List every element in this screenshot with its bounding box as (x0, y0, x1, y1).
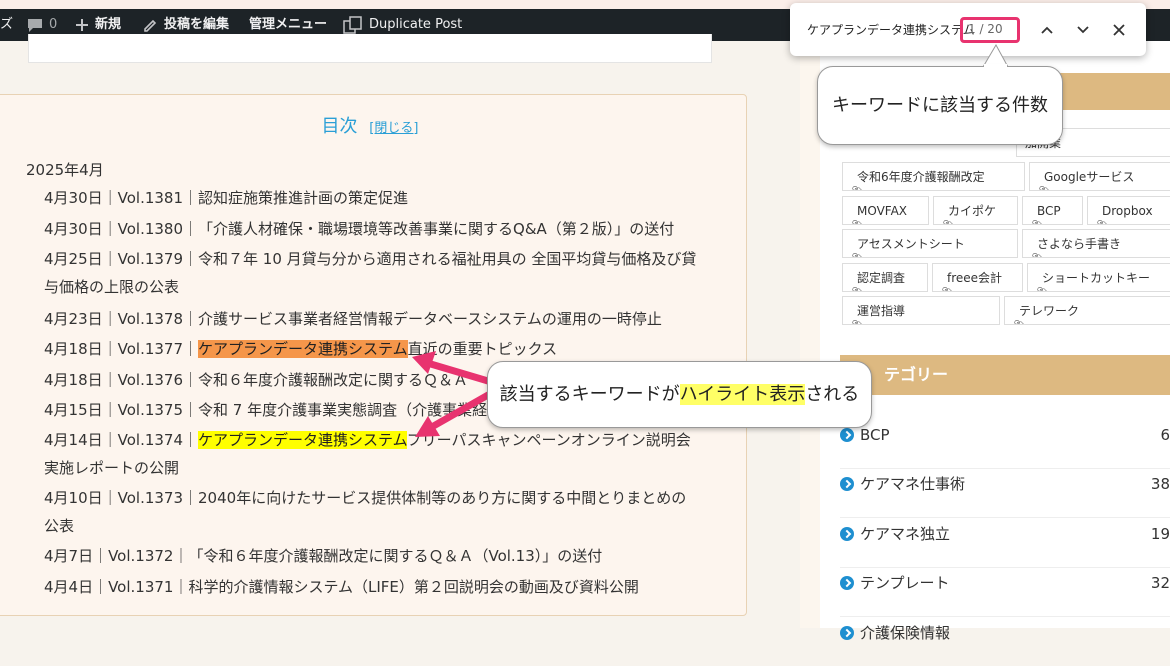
tag-link[interactable]: 🏷freee会計 (932, 263, 1023, 292)
tag-link[interactable]: 🏷テレワーク (1004, 296, 1170, 325)
pencil-icon (144, 19, 157, 32)
tag-link[interactable]: 🏷さよなら手書き (1022, 229, 1170, 258)
tag-link[interactable]: 🏷Dropbox (1087, 196, 1170, 225)
current-match-highlight: ケアプランデータ連携システム (198, 340, 408, 358)
tag-link[interactable]: 🏷認定調査 (842, 263, 928, 292)
match-highlight: ケアプランデータ連携システム (198, 431, 407, 449)
chevron-circle-icon (840, 626, 854, 640)
category-item[interactable]: ケアマネ独立 19 (840, 519, 1170, 568)
tag-link[interactable]: 🏷MOVFAX (842, 196, 929, 225)
duplicate-icon (343, 16, 362, 34)
admin-bar-partial-item[interactable]: ズ (0, 9, 13, 41)
chevron-up-icon (1041, 26, 1053, 34)
toc-item[interactable]: 4月14日｜Vol.1374｜ケアプランデータ連携システムフリーパスキャンペーン… (44, 426, 724, 482)
chevron-circle-icon (840, 428, 854, 442)
toc-item[interactable]: 4月4日｜Vol.1371｜科学的介護情報システム（LIFE）第２回説明会の動画… (44, 573, 724, 601)
toc-item[interactable]: 4月23日｜Vol.1378｜介護サービス事業者経営情報データベースシステムの運… (44, 305, 724, 333)
toc-item[interactable]: 4月30日｜Vol.1381｜認知症施策推進計画の策定促進 (44, 184, 724, 212)
toc-month-heading[interactable]: 2025年4月 (26, 159, 104, 180)
chevron-circle-icon (840, 576, 854, 590)
chevron-circle-icon (840, 527, 854, 541)
match-count-callout: キーワードに該当する件数 (817, 66, 1063, 145)
tag-link[interactable]: 🏷令和6年度介護報酬改定 (842, 162, 1025, 191)
toc-item[interactable]: 4月7日｜Vol.1372｜「令和６年度介護報酬改定に関するＱ＆Ａ（Vol.13… (44, 542, 724, 570)
toc-item[interactable]: 4月10日｜Vol.1373｜2040年に向けたサービス提供体制等のあり方に関す… (44, 484, 724, 540)
post-card-bottom (28, 34, 712, 63)
category-item[interactable]: 介護保険情報 (840, 618, 1170, 666)
toc-title: 目次 (321, 116, 358, 137)
previous-match-button[interactable] (1034, 17, 1060, 43)
match-count-highlight-box (960, 17, 1020, 43)
chevron-circle-icon (840, 477, 854, 491)
close-icon (1113, 24, 1125, 36)
category-item[interactable]: BCP 6 (840, 420, 1170, 469)
find-in-page-bar: ケアプランデータ連携システム 1 / 20 (790, 3, 1146, 56)
plus-icon (76, 19, 88, 31)
toc-item[interactable]: 4月18日｜Vol.1377｜ケアプランデータ連携システム直近の重要トピックス (44, 335, 724, 363)
find-input[interactable]: ケアプランデータ連携システム (807, 21, 975, 38)
close-find-button[interactable] (1106, 17, 1132, 43)
comment-icon (28, 18, 42, 32)
chevron-down-icon (1077, 26, 1089, 34)
category-item[interactable]: テンプレート 32 (840, 568, 1170, 617)
tag-link[interactable]: 🏷ショートカットキー (1027, 263, 1170, 292)
tag-link[interactable]: 🏷運営指導 (842, 296, 1000, 325)
toc-close-link[interactable]: [閉じる] (369, 121, 418, 136)
tag-link[interactable]: 🏷カイポケ (933, 196, 1018, 225)
toc-heading: 目次 [閉じる] (0, 112, 740, 138)
toc-item[interactable]: 4月30日｜Vol.1380｜「介護人材確保・職場環境等改善事業に関するQ&A（… (44, 215, 724, 243)
next-match-button[interactable] (1070, 17, 1096, 43)
tag-link[interactable]: 🏷Googleサービス (1029, 162, 1170, 191)
highlight-callout: 該当するキーワードがハイライト表示される (487, 361, 872, 428)
category-widget-heading: テゴリー (840, 355, 1170, 395)
tag-link[interactable]: 🏷BCP (1022, 196, 1083, 225)
toc-item[interactable]: 4月25日｜Vol.1379｜令和７年 10 月貸与分から適用される福祉用具の … (44, 245, 724, 301)
category-item[interactable]: ケアマネ仕事術 38 (840, 469, 1170, 518)
tag-link[interactable]: 🏷アセスメントシート (842, 229, 1018, 258)
